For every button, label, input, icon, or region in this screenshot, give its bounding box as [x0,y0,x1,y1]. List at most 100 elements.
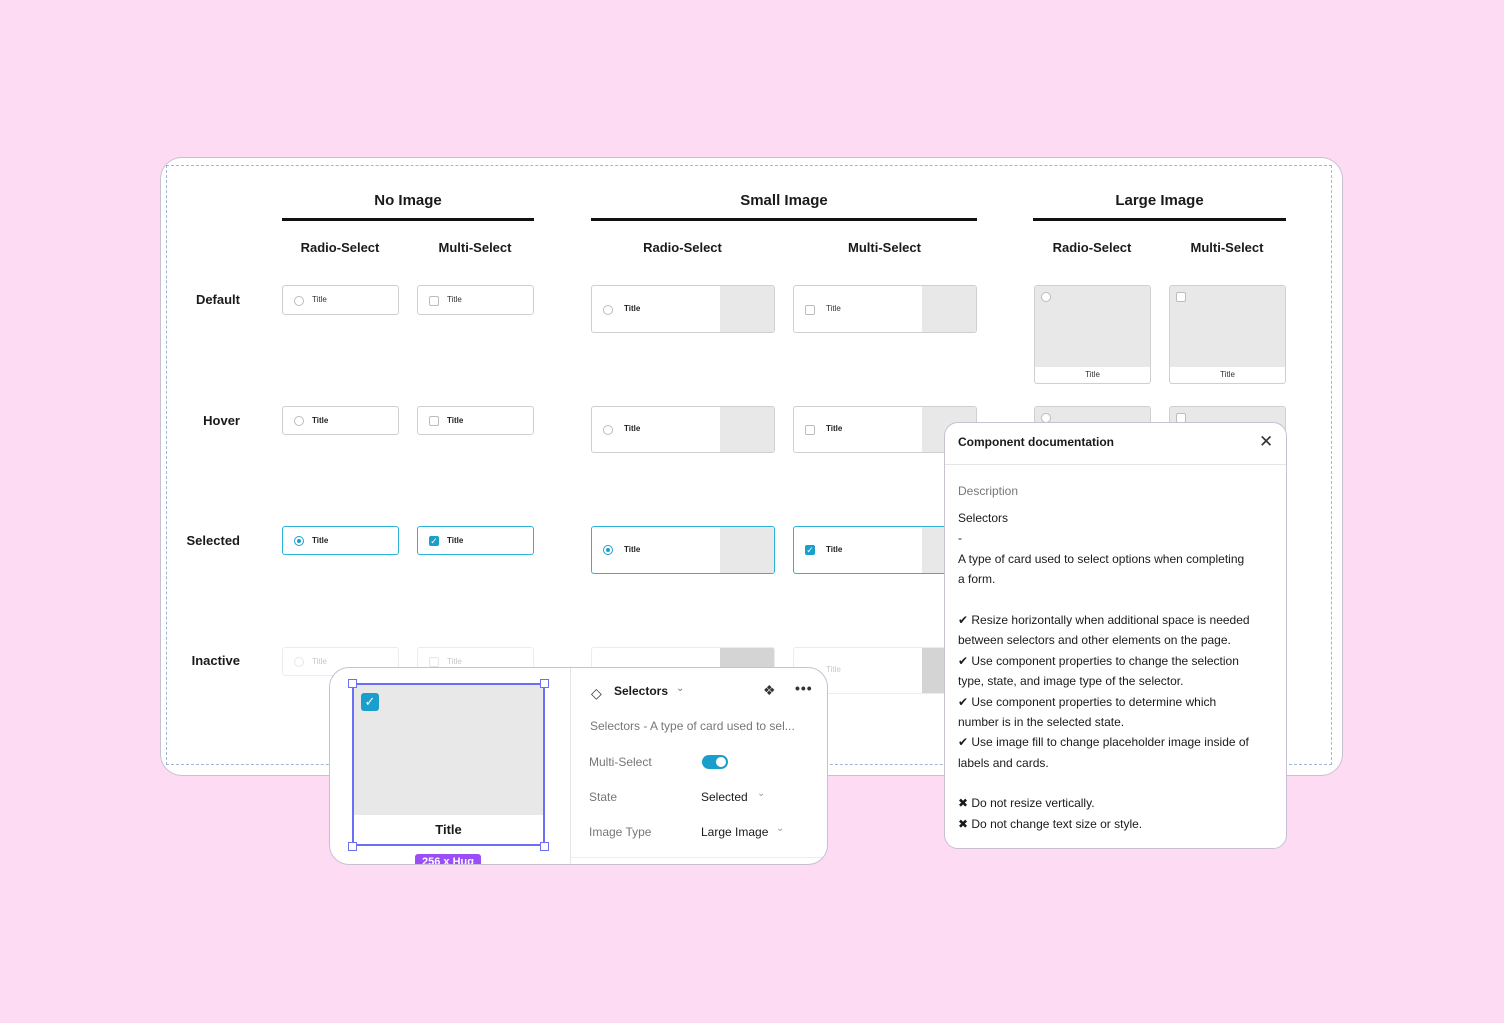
selector-card-small-radio-default[interactable]: Title [591,285,775,333]
doc-line: ✔ Resize horizontally when additional sp… [958,613,1250,627]
divider [571,857,827,858]
chevron-down-icon[interactable]: ⌄ [676,683,684,694]
checkbox-icon [429,416,439,426]
doc-line: type, state, and image type of the selec… [958,674,1184,688]
group-title-small-image: Small Image [740,192,828,209]
column-title-radio: Radio-Select [643,240,722,255]
divider [945,464,1286,465]
doc-line: ✔ Use component properties to determine … [958,695,1217,709]
component-diamond-icon: ◇ [591,685,602,701]
prop-label-image-type: Image Type [589,825,652,839]
card-title: Title [447,295,462,304]
column-title-radio: Radio-Select [300,240,380,255]
card-title: Title [826,665,841,674]
chevron-down-icon[interactable]: ⌄ [757,788,765,799]
close-icon[interactable]: ✕ [1259,432,1273,452]
card-title: Title [826,304,841,313]
row-label-selected: Selected [186,533,240,548]
resize-handle[interactable] [540,679,549,688]
doc-section-label: Description [958,484,1019,498]
radio-icon [603,305,613,315]
selector-card-multi-hover[interactable]: Title [417,406,534,435]
toggle-knob [716,757,726,767]
component-documentation-panel: Component documentation ✕ Description Se… [944,422,1287,849]
card-title: Title [1085,370,1100,379]
card-title: Title [1220,370,1235,379]
prop-label-multi-select: Multi-Select [589,755,652,769]
checkbox-checked-icon[interactable]: ✓ [361,693,379,711]
selector-card-multi-selected[interactable]: ✓ Title [417,526,534,555]
selector-card-small-multi-default[interactable]: Title [793,285,977,333]
image-placeholder [720,407,774,452]
resize-handle[interactable] [348,679,357,688]
checkbox-icon [429,657,439,667]
column-title-multi: Multi-Select [848,240,921,255]
selector-card-radio-default[interactable]: Title [282,285,399,315]
selection-frame[interactable]: ✓ Title [352,683,545,846]
checkbox-icon [1176,292,1186,302]
doc-line: A type of card used to select options wh… [958,552,1245,566]
doc-line: ✖ Do not change text size or style. [958,817,1143,831]
prop-label-state: State [589,790,618,804]
selector-card-large-multi-default[interactable]: Title [1169,285,1286,384]
doc-line: ✔ Use image fill to change placeholder i… [958,735,1249,749]
radio-icon [294,296,304,306]
radio-selected-icon [294,536,304,546]
checkbox-icon [805,425,815,435]
multi-select-toggle[interactable] [702,755,728,769]
doc-line: - [958,531,962,545]
card-title: Title [312,657,327,666]
checkbox-checked-icon: ✓ [429,536,439,546]
selector-card-large-radio-default[interactable]: Title [1034,285,1151,384]
resize-handle[interactable] [348,842,357,851]
doc-title: Component documentation [958,435,1114,449]
component-description: Selectors - A type of card used to sel..… [590,719,795,733]
radio-icon [294,416,304,426]
image-type-dropdown[interactable]: Large Image [701,825,768,839]
component-instance-icon[interactable]: ❖ [763,682,776,699]
card-title: Title [447,416,464,425]
divider [570,668,571,864]
selector-card-small-radio-selected[interactable]: Title [591,526,775,574]
checkbox-icon [805,305,815,315]
size-badge: 256 x Hug [415,854,481,864]
resize-handle[interactable] [540,842,549,851]
selector-card-small-radio-hover[interactable]: Title [591,406,775,453]
checkbox-checked-icon: ✓ [805,545,815,555]
doc-line: ✖ Do not resize vertically. [958,796,1095,810]
card-title: Title [624,304,641,313]
doc-line: labels and cards. [958,756,1049,770]
preview-title: Title [435,822,462,837]
card-title: Title [826,545,843,554]
card-title: Title [312,295,327,304]
column-title-multi: Multi-Select [438,240,512,255]
card-title: Title [447,657,462,666]
doc-line: between selectors and other elements on … [958,633,1231,647]
chevron-down-icon[interactable]: ⌄ [776,823,784,834]
radio-icon [1041,292,1051,302]
doc-line: number is in the selected state. [958,715,1125,729]
selector-card-radio-selected[interactable]: Title [282,526,399,555]
image-placeholder [1170,286,1285,367]
group-rule [282,218,534,221]
column-title-multi: Multi-Select [1190,240,1264,255]
card-title: Title [826,424,843,433]
selector-card-radio-hover[interactable]: Title [282,406,399,435]
group-title-large-image: Large Image [1115,192,1204,209]
radio-icon [603,425,613,435]
group-rule [591,218,977,221]
row-label-inactive: Inactive [191,653,240,668]
image-placeholder [720,286,774,332]
state-dropdown[interactable]: Selected [701,790,748,804]
doc-line: Selectors [958,511,1009,525]
selector-card-multi-default[interactable]: Title [417,285,534,315]
card-title: Title [312,536,329,545]
image-placeholder [1035,286,1150,367]
row-label-hover: Hover [203,413,240,428]
doc-line: a form. [958,572,996,586]
group-rule [1033,218,1286,221]
more-icon[interactable]: ••• [795,680,813,696]
checkbox-icon [429,296,439,306]
card-title: Title [624,545,641,554]
card-title: Title [624,424,641,433]
